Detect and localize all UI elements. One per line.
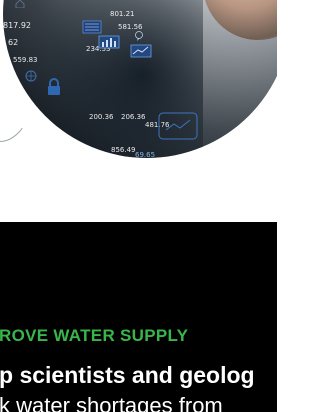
overlay-number: 200.36 [89,113,114,121]
overlay-number: 559.83 [13,56,38,64]
bar-chart-icon [130,44,152,58]
content-section: ROVE WATER SUPPLY p scientists and geolo… [0,222,277,412]
overlay-number: 856.49 [111,146,136,154]
hero-image-section: 817.92 62 559.83 234.53 801.21 581.56 20… [0,0,277,222]
data-panel-icon [158,112,198,140]
overlay-number: 817.92 [3,21,31,30]
overlay-number: 801.21 [110,10,135,18]
overlay-number: 206.36 [121,113,146,121]
bar-chart-icon [98,35,120,49]
section-subtext: k water shortages from [0,393,223,412]
chat-bubble-icon [135,31,143,41]
overlay-number: 581.56 [118,23,143,31]
overlay-number: 69.65 [135,151,156,159]
globe-icon [25,70,37,82]
home-icon [15,0,25,8]
database-icon [82,20,102,34]
section-headline: p scientists and geolog [0,362,255,388]
overlay-number: 62 [8,38,19,47]
person-silhouette [203,0,277,40]
section-eyebrow: ROVE WATER SUPPLY [0,326,189,345]
lock-icon [48,78,60,95]
